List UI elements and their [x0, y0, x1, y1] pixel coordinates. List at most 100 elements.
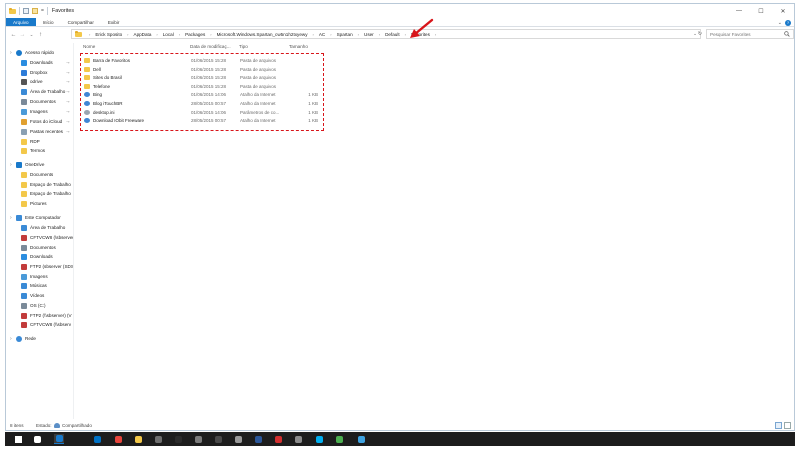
file-row[interactable]: Barra de Favoritos 01/06/2015 15:28 Pasta …: [81, 57, 321, 65]
breadcrumb-appdata[interactable]: AppData: [134, 32, 152, 37]
recent-locations-button[interactable]: ⌄: [27, 30, 36, 39]
search-input[interactable]: [710, 31, 782, 37]
expand-chevron-icon[interactable]: ›: [10, 215, 12, 221]
sidebar-item-17[interactable]: Área de Trabalho: [21, 223, 65, 232]
chat-icon[interactable]: [356, 434, 366, 444]
sidebar-item-14[interactable]: Espaço de Trabalho: [21, 189, 71, 198]
toolbar-separator: [19, 7, 20, 15]
sidebar-item-28[interactable]: › Rede: [10, 334, 36, 343]
expand-chevron-icon[interactable]: ›: [10, 50, 12, 56]
folder-icon[interactable]: [133, 434, 143, 444]
breadcrumb-user[interactable]: User: [364, 32, 374, 37]
sidebar-item-1[interactable]: Downloads: [21, 58, 53, 67]
sidebar-item-0[interactable]: › Acesso rápido: [10, 48, 54, 57]
vivaldi-icon[interactable]: [273, 434, 283, 444]
breadcrumb-separator: ›: [404, 31, 406, 37]
back-button[interactable]: ←: [9, 30, 18, 39]
breadcrumb-default[interactable]: Default: [385, 32, 400, 37]
breadcrumb-ac[interactable]: AC: [319, 32, 325, 37]
expand-chevron-icon[interactable]: ›: [10, 336, 12, 342]
breadcrumb-local[interactable]: Local: [163, 32, 174, 37]
file-type: Atalho da Internet: [240, 92, 276, 98]
app-icon[interactable]: [293, 434, 303, 444]
new-folder-icon[interactable]: [32, 8, 38, 14]
details-view-icon[interactable]: [775, 422, 782, 429]
sidebar-item-22[interactable]: Imagens: [21, 272, 48, 281]
file-row[interactable]: Telefone 01/06/2015 15:28 Pasta de arquivo…: [81, 83, 321, 91]
app-icon[interactable]: [233, 434, 243, 444]
customize-toolbar-icon[interactable]: =: [41, 8, 44, 14]
sidebar-item-20[interactable]: Downloads: [21, 252, 53, 261]
sidebar-item-27[interactable]: CFTVCW8 (\\sbserv: [21, 320, 71, 329]
word-icon[interactable]: [253, 434, 263, 444]
file-row[interactable]: Bing 01/06/2015 14:06 Atalho da Internet 1 …: [81, 91, 321, 99]
expand-ribbon-icon[interactable]: ⌄: [778, 20, 782, 26]
up-button[interactable]: ↑: [36, 30, 45, 39]
file-row[interactable]: Download IObit Freeware 28/05/2015 00:57 A…: [81, 117, 321, 125]
file-row[interactable]: Blog iTouchBR 28/05/2015 00:57 Atalho da I…: [81, 100, 321, 108]
windows-start-icon[interactable]: [13, 434, 23, 444]
chrome-icon[interactable]: [334, 434, 344, 444]
skype-icon[interactable]: [314, 434, 324, 444]
sidebar-item-3[interactable]: odrive: [21, 77, 43, 86]
help-icon[interactable]: ?: [785, 19, 791, 26]
forward-button[interactable]: →: [18, 30, 27, 39]
sidebar-item-23[interactable]: Músicas: [21, 281, 47, 290]
refresh-button[interactable]: ↻: [696, 30, 704, 38]
sidebar-item-24[interactable]: Vídeos: [21, 291, 44, 300]
computer-icon: [16, 214, 22, 221]
task-view-icon[interactable]: [32, 434, 42, 444]
close-button[interactable]: ✕: [772, 4, 794, 18]
calculator-icon[interactable]: [153, 434, 163, 444]
address-bar[interactable]: › Erick Sposito › AppData › Local › Pack…: [71, 29, 701, 39]
sidebar-item-12[interactable]: Documents: [21, 170, 53, 179]
sidebar-item-2[interactable]: Dropbox: [21, 68, 47, 77]
file-size: 1 KB: [308, 92, 318, 98]
file-explorer-icon[interactable]: [54, 434, 64, 444]
column-header-type[interactable]: Tipo: [239, 44, 248, 51]
column-header-date[interactable]: Data de modificaç...: [190, 44, 231, 51]
column-header-name[interactable]: Nome: [83, 44, 95, 51]
tab-arquivo[interactable]: Arquivo: [6, 18, 36, 26]
outlook-icon[interactable]: [92, 434, 102, 444]
sidebar-item-21[interactable]: FTP2 (sbserver (SDS: [21, 262, 73, 271]
search-box[interactable]: [706, 29, 794, 39]
breadcrumb-packages[interactable]: Packages: [185, 32, 205, 37]
sidebar-item-19[interactable]: Documentos: [21, 243, 56, 252]
column-header-size[interactable]: Tamanho: [289, 44, 308, 51]
sidebar-item-13[interactable]: Espaço de Trabalho: [21, 180, 71, 189]
tab-compartilhar[interactable]: Compartilhar: [61, 18, 101, 26]
breadcrumb-spartan[interactable]: Spartan: [337, 32, 353, 37]
breadcrumb-spartan-package[interactable]: Microsoft.Windows.Spartan_cw5n1h2txyewy: [217, 32, 308, 37]
chrome-icon[interactable]: [113, 434, 123, 444]
sidebar-item-9[interactable]: RDP: [21, 137, 40, 146]
terminal-icon[interactable]: [173, 434, 183, 444]
sidebar-item-11[interactable]: › OneDrive: [10, 160, 44, 169]
file-row[interactable]: Sites do Brasil 01/06/2015 15:28 Pasta de …: [81, 74, 321, 82]
tab-exibir[interactable]: Exibir: [101, 18, 127, 26]
maximize-button[interactable]: ☐: [750, 4, 772, 18]
app-icon[interactable]: [193, 434, 203, 444]
minimize-button[interactable]: —: [728, 4, 750, 18]
large-icons-view-icon[interactable]: [784, 422, 791, 429]
properties-icon[interactable]: [23, 8, 29, 14]
sidebar-item-10[interactable]: Termos: [21, 146, 45, 155]
search-icon[interactable]: [784, 31, 790, 37]
sidebar-item-8[interactable]: Pastas recentes: [21, 127, 63, 136]
sidebar-item-25[interactable]: OS (C:): [21, 301, 46, 310]
sidebar-item-18[interactable]: CFTVCW8 (\sbserver: [21, 233, 73, 242]
file-row[interactable]: desktop.ini 01/06/2015 14:06 Parâmetros de…: [81, 109, 321, 117]
sidebar-item-7[interactable]: Fotos do iCloud: [21, 117, 62, 126]
folder-icon: [21, 171, 27, 178]
expand-chevron-icon[interactable]: ›: [10, 162, 12, 168]
sidebar-item-15[interactable]: Pictures: [21, 199, 47, 208]
breadcrumb-erick-sposito[interactable]: Erick Sposito: [95, 32, 122, 37]
app-icon[interactable]: [213, 434, 223, 444]
tab-inicio[interactable]: Início: [36, 18, 61, 26]
sidebar-item-5[interactable]: Documentos: [21, 97, 56, 106]
sidebar-item-6[interactable]: Imagens: [21, 107, 48, 116]
file-row[interactable]: Dell 01/06/2015 15:28 Pasta de arquivos: [81, 66, 321, 74]
sidebar-item-4[interactable]: Área de Trabalho: [21, 87, 65, 96]
sidebar-item-16[interactable]: › Este Computador: [10, 213, 61, 222]
sidebar-item-26[interactable]: FTP2 (\\sbserver) (V: [21, 311, 72, 320]
